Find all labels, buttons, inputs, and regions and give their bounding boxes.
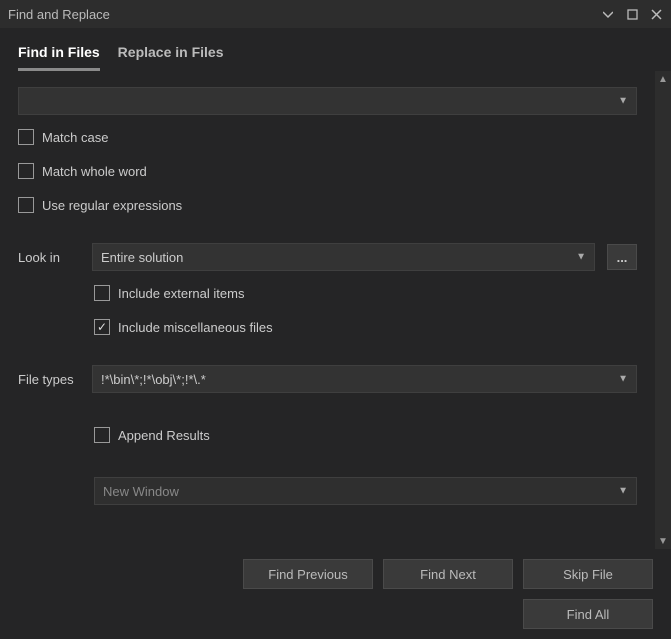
- close-icon[interactable]: [649, 7, 663, 21]
- use-regex-row: Use regular expressions: [18, 193, 637, 217]
- file-types-row: File types !*\bin\*;!*\obj\*;!*\.* ▼: [18, 365, 637, 393]
- tab-find-in-files[interactable]: Find in Files: [18, 38, 100, 71]
- maximize-icon[interactable]: [625, 7, 639, 21]
- append-results-label: Append Results: [118, 428, 210, 443]
- append-results-row: Append Results: [94, 423, 637, 447]
- scroll-up-icon[interactable]: ▲: [655, 71, 671, 87]
- file-types-label: File types: [18, 372, 80, 387]
- window-controls: [601, 7, 663, 21]
- scroll-down-icon[interactable]: ▼: [655, 533, 671, 549]
- look-in-row: Look in Entire solution ▼ ...: [18, 243, 637, 271]
- include-external-row: Include external items: [94, 281, 637, 305]
- chevron-down-icon: ▼: [618, 486, 628, 497]
- window-title: Find and Replace: [8, 7, 110, 22]
- append-results-checkbox[interactable]: [94, 427, 110, 443]
- chevron-down-icon: ▼: [618, 96, 628, 107]
- vertical-scrollbar[interactable]: ▲ ▼: [655, 71, 671, 549]
- include-external-label: Include external items: [118, 286, 244, 301]
- tab-replace-in-files[interactable]: Replace in Files: [118, 38, 224, 71]
- tab-bar: Find in Files Replace in Files: [0, 28, 671, 71]
- match-case-checkbox[interactable]: [18, 129, 34, 145]
- results-window-value: New Window: [103, 484, 179, 499]
- look-in-value: Entire solution: [101, 250, 183, 265]
- find-all-button[interactable]: Find All: [523, 599, 653, 629]
- buttons-row-1: Find Previous Find Next Skip File: [0, 549, 671, 599]
- content-wrap: ▼ Match case Match whole word Use regula…: [0, 71, 671, 549]
- browse-label: ...: [617, 250, 628, 265]
- results-window-combo[interactable]: New Window ▼: [94, 477, 637, 505]
- skip-file-button[interactable]: Skip File: [523, 559, 653, 589]
- include-external-checkbox[interactable]: [94, 285, 110, 301]
- include-misc-label: Include miscellaneous files: [118, 320, 273, 335]
- window-menu-icon[interactable]: [601, 7, 615, 21]
- match-whole-word-checkbox[interactable]: [18, 163, 34, 179]
- scroll-track[interactable]: [655, 87, 671, 533]
- match-whole-word-row: Match whole word: [18, 159, 637, 183]
- search-term-combo[interactable]: ▼: [18, 87, 637, 115]
- results-options: Append Results New Window ▼: [18, 423, 637, 505]
- file-types-value: !*\bin\*;!*\obj\*;!*\.*: [101, 372, 206, 387]
- file-types-combo[interactable]: !*\bin\*;!*\obj\*;!*\.* ▼: [92, 365, 637, 393]
- titlebar: Find and Replace: [0, 0, 671, 28]
- find-next-button[interactable]: Find Next: [383, 559, 513, 589]
- content: ▼ Match case Match whole word Use regula…: [0, 71, 655, 549]
- match-case-label: Match case: [42, 130, 108, 145]
- look-in-combo[interactable]: Entire solution ▼: [92, 243, 595, 271]
- chevron-down-icon: ▼: [618, 374, 628, 385]
- use-regex-checkbox[interactable]: [18, 197, 34, 213]
- buttons-row-2: Find All: [0, 599, 671, 639]
- use-regex-label: Use regular expressions: [42, 198, 182, 213]
- include-misc-checkbox[interactable]: [94, 319, 110, 335]
- find-previous-button[interactable]: Find Previous: [243, 559, 373, 589]
- chevron-down-icon: ▼: [576, 252, 586, 263]
- match-case-row: Match case: [18, 125, 637, 149]
- browse-button[interactable]: ...: [607, 244, 637, 270]
- include-misc-row: Include miscellaneous files: [94, 315, 637, 339]
- look-in-label: Look in: [18, 250, 80, 265]
- find-replace-window: Find and Replace Find in Files Replace i…: [0, 0, 671, 639]
- look-in-options: Include external items Include miscellan…: [18, 281, 637, 339]
- match-whole-word-label: Match whole word: [42, 164, 147, 179]
